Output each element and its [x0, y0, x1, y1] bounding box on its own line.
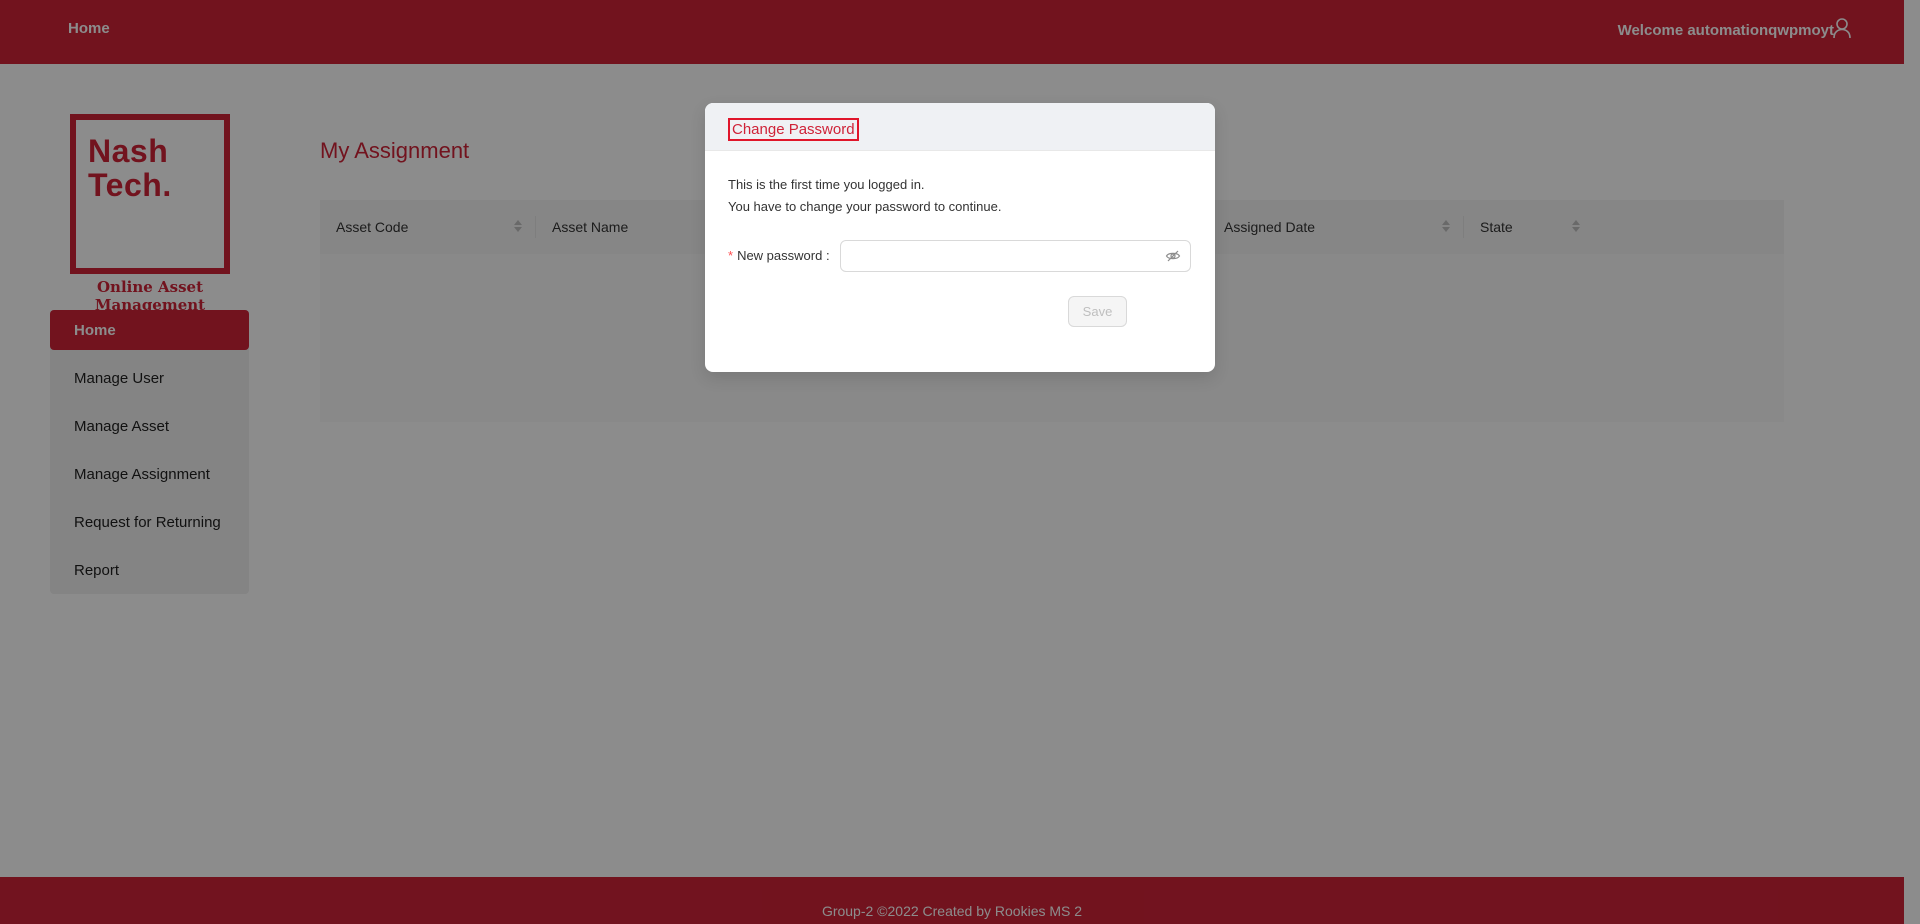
new-password-label-text: New password	[737, 248, 823, 263]
new-password-label: * New password :	[728, 248, 830, 263]
change-password-instruction: You have to change your password to cont…	[728, 199, 1002, 214]
change-password-modal: Change Password This is the first time y…	[705, 103, 1215, 372]
eye-invisible-icon[interactable]	[1165, 248, 1181, 264]
save-button[interactable]: Save	[1068, 296, 1127, 327]
page: Home Welcome automationqwpmoyt Nash Tech…	[0, 0, 1920, 924]
first-login-message: This is the first time you logged in.	[728, 177, 925, 192]
modal-title: Change Password	[728, 118, 859, 141]
new-password-input[interactable]	[840, 240, 1191, 272]
required-marker: *	[728, 248, 734, 263]
modal-header: Change Password	[705, 103, 1215, 151]
